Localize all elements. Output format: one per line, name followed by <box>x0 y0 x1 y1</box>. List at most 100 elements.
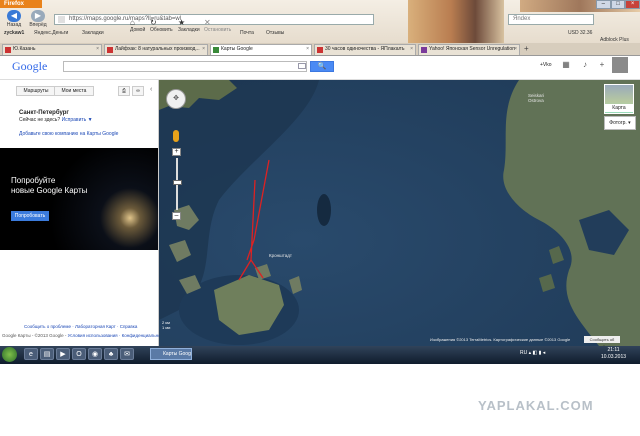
footer-copyright: Google Карты - ©2013 Google - Условия ис… <box>2 333 167 338</box>
refresh-label: Обновить <box>150 27 173 33</box>
new-tab-icon[interactable]: + <box>524 44 529 53</box>
close-button[interactable]: × <box>625 0 640 9</box>
taskbar-opera-icon[interactable]: O <box>72 348 86 360</box>
link-icon[interactable]: ∞ <box>132 86 144 96</box>
watermark: YAPLAKAL.COM <box>478 398 594 413</box>
map-scale: 2 км 1 ми <box>162 320 170 330</box>
tab-yaplakal[interactable]: 30 часов одиночества - ЯПлакалъ × <box>314 44 416 55</box>
footer-links[interactable]: Сообщить о проблеме · Лабораторная Карт … <box>24 324 137 329</box>
scale-mi: 1 ми <box>162 325 171 330</box>
tab-google-maps[interactable]: Карты Google × <box>210 44 312 55</box>
google-user-link[interactable]: +Vko <box>540 62 552 68</box>
toolbar-home[interactable]: ⌂ Домой <box>130 18 145 33</box>
add-company-link[interactable]: Добавьте свою компанию на Карты Google <box>19 131 118 137</box>
stop-label: Остановить <box>204 27 232 33</box>
search-button[interactable]: 🔍 <box>310 61 334 72</box>
toolbar-weather[interactable]: USD 32.36 <box>568 30 592 36</box>
taskbar-explorer-icon[interactable]: ▤ <box>40 348 54 360</box>
firefox-menu-button[interactable]: Firefox <box>0 0 42 8</box>
forward-arrow-icon: ▶ <box>31 10 45 22</box>
stop-icon: ✕ <box>204 18 211 27</box>
promo-banner <box>0 148 158 250</box>
promo-try-button[interactable]: Попробовать <box>11 211 49 221</box>
map-label-seiskari-line2: Ostrova <box>528 98 544 103</box>
refresh-icon: ↻ <box>150 18 157 27</box>
tab-label: Лайфхак: 8 натуральных производ... <box>115 46 200 52</box>
tab-close-icon[interactable]: × <box>96 45 99 54</box>
report-error-link[interactable]: Сообщить об ошибке <box>584 336 620 349</box>
taskbar-firefox-task[interactable]: Карты Google <box>150 348 192 360</box>
tab-close-icon[interactable]: × <box>306 45 309 54</box>
zoom-in-button[interactable]: + <box>172 148 181 156</box>
toolbar-yandex-money[interactable]: Яндекс.Деньги <box>34 30 68 36</box>
tray-lang[interactable]: RU <box>520 350 527 356</box>
tab-yahoo[interactable]: Yahoo! Японская Sensor Unregulation × <box>418 44 520 55</box>
system-clock[interactable]: 21:11 10.03.2013 <box>601 347 626 361</box>
collapse-panel-icon[interactable]: ‹ <box>150 86 152 93</box>
site-favicon <box>58 16 65 23</box>
plus-icon[interactable]: + <box>597 60 607 70</box>
toolbar-refresh[interactable]: ↻ Обновить <box>150 18 173 33</box>
search-icon: 🔍 <box>317 63 327 70</box>
toolbar-user[interactable]: zyckaw1 <box>4 30 24 36</box>
minimize-button[interactable]: – <box>596 0 611 9</box>
home-label: Домой <box>130 27 146 33</box>
clock-date: 10.03.2013 <box>601 354 627 360</box>
back-button[interactable]: ◀ Назад <box>2 10 26 30</box>
photos-button[interactable]: Фотогр. ▾ <box>604 116 636 130</box>
promo-title-line1: Попробуйте <box>11 176 56 185</box>
keyboard-icon[interactable] <box>298 63 306 69</box>
zoom-out-button[interactable]: – <box>172 212 181 220</box>
toolbar-stop[interactable]: ✕ Остановить <box>204 18 231 33</box>
maps-search-input[interactable] <box>63 61 307 72</box>
map-label-seiskari: Seiskari Ostrova <box>528 93 544 103</box>
location-question: Сейчас не здесь? Исправить ▼ <box>19 117 93 123</box>
bell-icon[interactable]: ♪ <box>580 60 590 70</box>
tab-favicon <box>421 47 427 53</box>
my-places-button[interactable]: Мои места <box>54 86 94 96</box>
tab-label: Yahoo! Японская Sensor Unregulation <box>429 46 515 52</box>
toolbar-bookmarks[interactable]: Закладки <box>82 30 104 36</box>
taskbar-chrome-icon[interactable]: ◉ <box>88 348 102 360</box>
copyright-text: Google Карты - ©2013 Google - <box>2 333 68 338</box>
maximize-button[interactable]: □ <box>610 0 626 9</box>
routes-button[interactable]: Маршруты <box>16 86 56 96</box>
header-photo <box>408 0 504 44</box>
tab-lifehack[interactable]: Лайфхак: 8 натуральных производ... × <box>104 44 208 55</box>
taskbar-app-icon[interactable]: ♣ <box>104 348 118 360</box>
map-canvas[interactable] <box>159 80 640 346</box>
apps-icon[interactable]: ▦ <box>561 60 571 70</box>
tab-kazan[interactable]: Ю.Казань × <box>2 44 102 55</box>
taskbar-ie-icon[interactable]: e <box>24 348 38 360</box>
location-title: Санкт-Петербург <box>19 110 69 116</box>
taskbar-media-icon[interactable]: ▶ <box>56 348 70 360</box>
pegman-icon[interactable] <box>173 130 179 142</box>
tab-close-icon[interactable]: × <box>514 45 517 54</box>
start-button[interactable] <box>2 347 17 362</box>
taskbar-app2-icon[interactable]: ✉ <box>120 348 134 360</box>
map-type-label[interactable]: Карта <box>604 104 634 112</box>
tab-close-icon[interactable]: × <box>410 45 413 54</box>
bookmarks-label: Закладки <box>178 27 200 33</box>
location-fix-link[interactable]: Исправить ▼ <box>62 117 93 123</box>
pan-control[interactable]: ✥ <box>166 89 186 109</box>
forward-button[interactable]: ▶ Вперёд <box>26 10 50 30</box>
zoom-slider-thumb[interactable] <box>173 180 182 185</box>
toolbar-reviews[interactable]: Отзывы <box>266 30 284 36</box>
tab-favicon <box>5 47 11 53</box>
forward-label: Вперёд <box>29 22 47 28</box>
home-icon: ⌂ <box>130 18 135 27</box>
print-icon[interactable]: ⎙ <box>118 86 130 96</box>
browser-search-input[interactable]: Яndex <box>508 14 594 25</box>
toolbar-mail[interactable]: Почта <box>240 30 254 36</box>
tab-close-icon[interactable]: × <box>202 45 205 54</box>
window-controls: – □ × <box>596 0 640 9</box>
avatar[interactable] <box>612 57 628 73</box>
tab-label: 30 часов одиночества - ЯПлакалъ <box>325 46 405 52</box>
google-logo[interactable]: Google <box>12 59 47 74</box>
toolbar-bookmarks-btn[interactable]: ★ Закладки <box>178 18 200 33</box>
tab-favicon <box>213 47 219 53</box>
location-question-text: Сейчас не здесь? <box>19 117 61 123</box>
terms-links[interactable]: Условия использования · Конфиденциальнос… <box>68 333 168 338</box>
tab-favicon <box>317 47 323 53</box>
